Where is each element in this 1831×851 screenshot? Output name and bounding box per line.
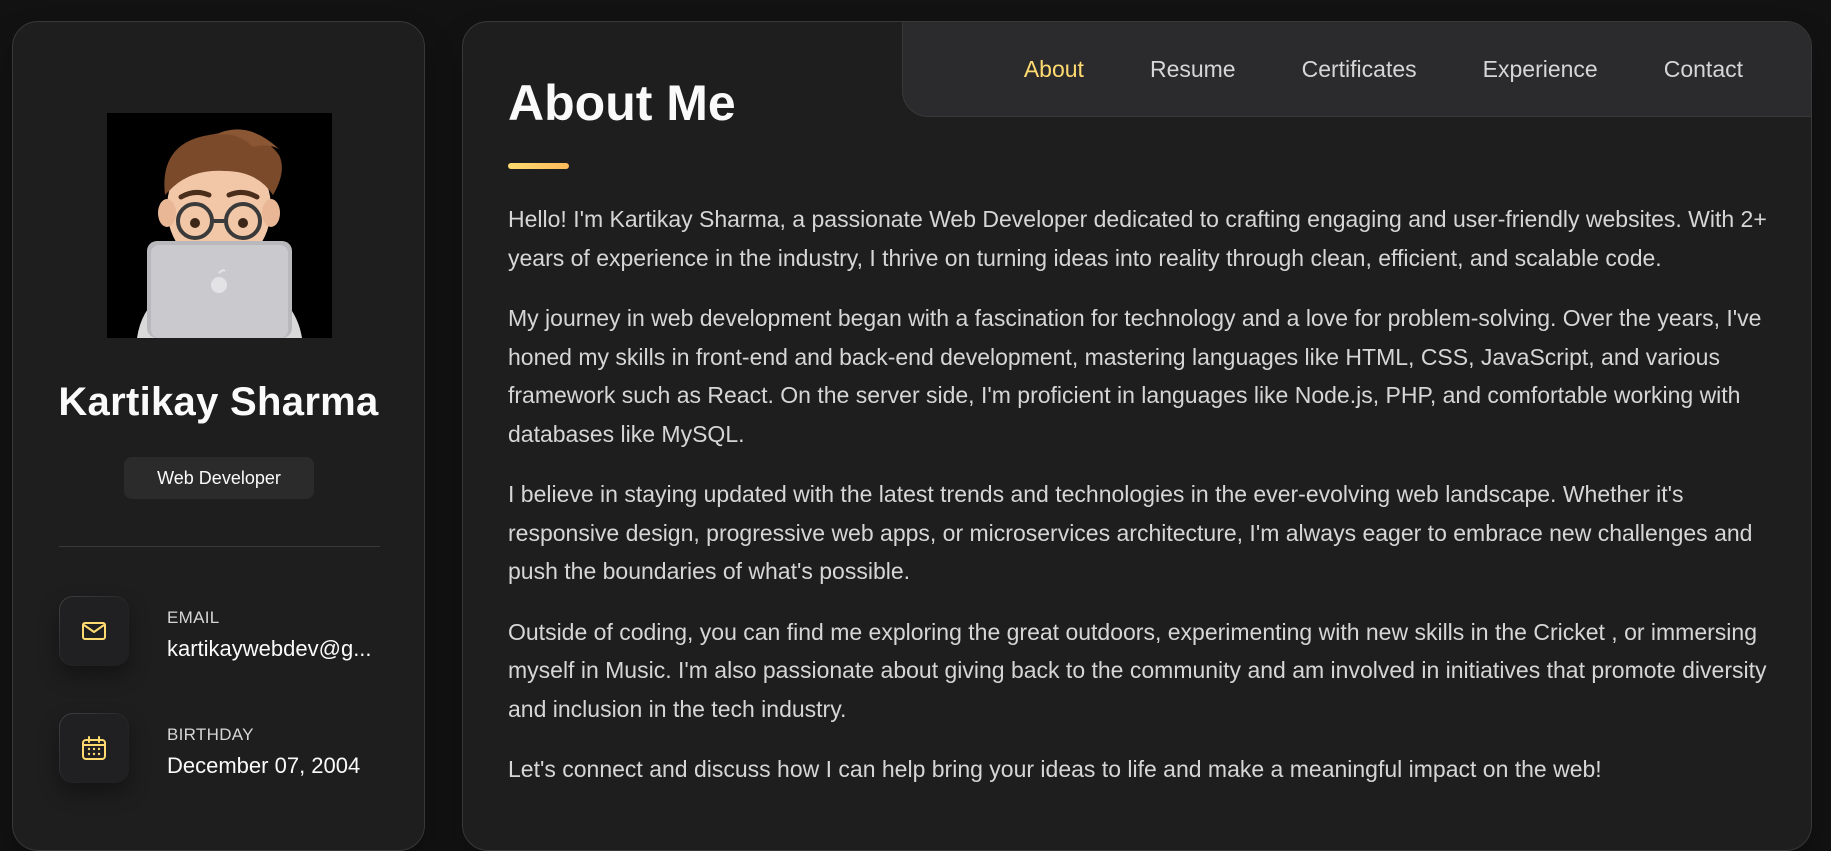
profile-name: Kartikay Sharma <box>58 380 379 424</box>
email-value[interactable]: kartikaywebdev@g... <box>167 636 389 662</box>
nav-experience[interactable]: Experience <box>1483 56 1598 83</box>
contact-email: EMAIL kartikaywebdev@g... <box>59 596 389 668</box>
about-paragraph: I believe in staying updated with the la… <box>508 481 1753 584</box>
profile-title-badge: Web Developer <box>124 457 314 499</box>
nav-about[interactable]: About <box>1024 56 1084 83</box>
birthday-label: BIRTHDAY <box>167 725 254 744</box>
avatar <box>107 113 332 338</box>
memoji-avatar-icon <box>107 113 332 338</box>
email-label: EMAIL <box>167 608 220 627</box>
calendar-icon <box>82 736 106 760</box>
birthday-icon-box <box>59 713 129 783</box>
nav-certificates[interactable]: Certificates <box>1302 56 1417 83</box>
title-underline <box>508 163 569 169</box>
nav-resume[interactable]: Resume <box>1150 56 1236 83</box>
sidebar-separator <box>59 546 380 547</box>
about-paragraph: Outside of coding, you can find me explo… <box>508 618 1767 722</box>
about-paragraph: Hello! I'm Kartikay Sharma, a passionate… <box>508 206 1767 271</box>
sidebar: Kartikay Sharma Web Developer EMAIL kart… <box>12 21 425 851</box>
contact-birthday: BIRTHDAY December 07, 2004 <box>59 713 389 785</box>
about-paragraph: My journey in web development began with… <box>508 305 1762 447</box>
email-icon-box <box>59 596 129 666</box>
page-title: About Me <box>508 75 736 131</box>
main-content: About Resume Certificates Experience Con… <box>462 21 1812 851</box>
about-text: Hello! I'm Kartikay Sharma, a passionate… <box>508 200 1773 811</box>
top-navbar: About Resume Certificates Experience Con… <box>902 22 1811 117</box>
envelope-icon <box>82 622 106 640</box>
about-paragraph: Let's connect and discuss how I can help… <box>508 756 1602 782</box>
birthday-value: December 07, 2004 <box>167 753 361 778</box>
nav-contact[interactable]: Contact <box>1664 56 1743 83</box>
